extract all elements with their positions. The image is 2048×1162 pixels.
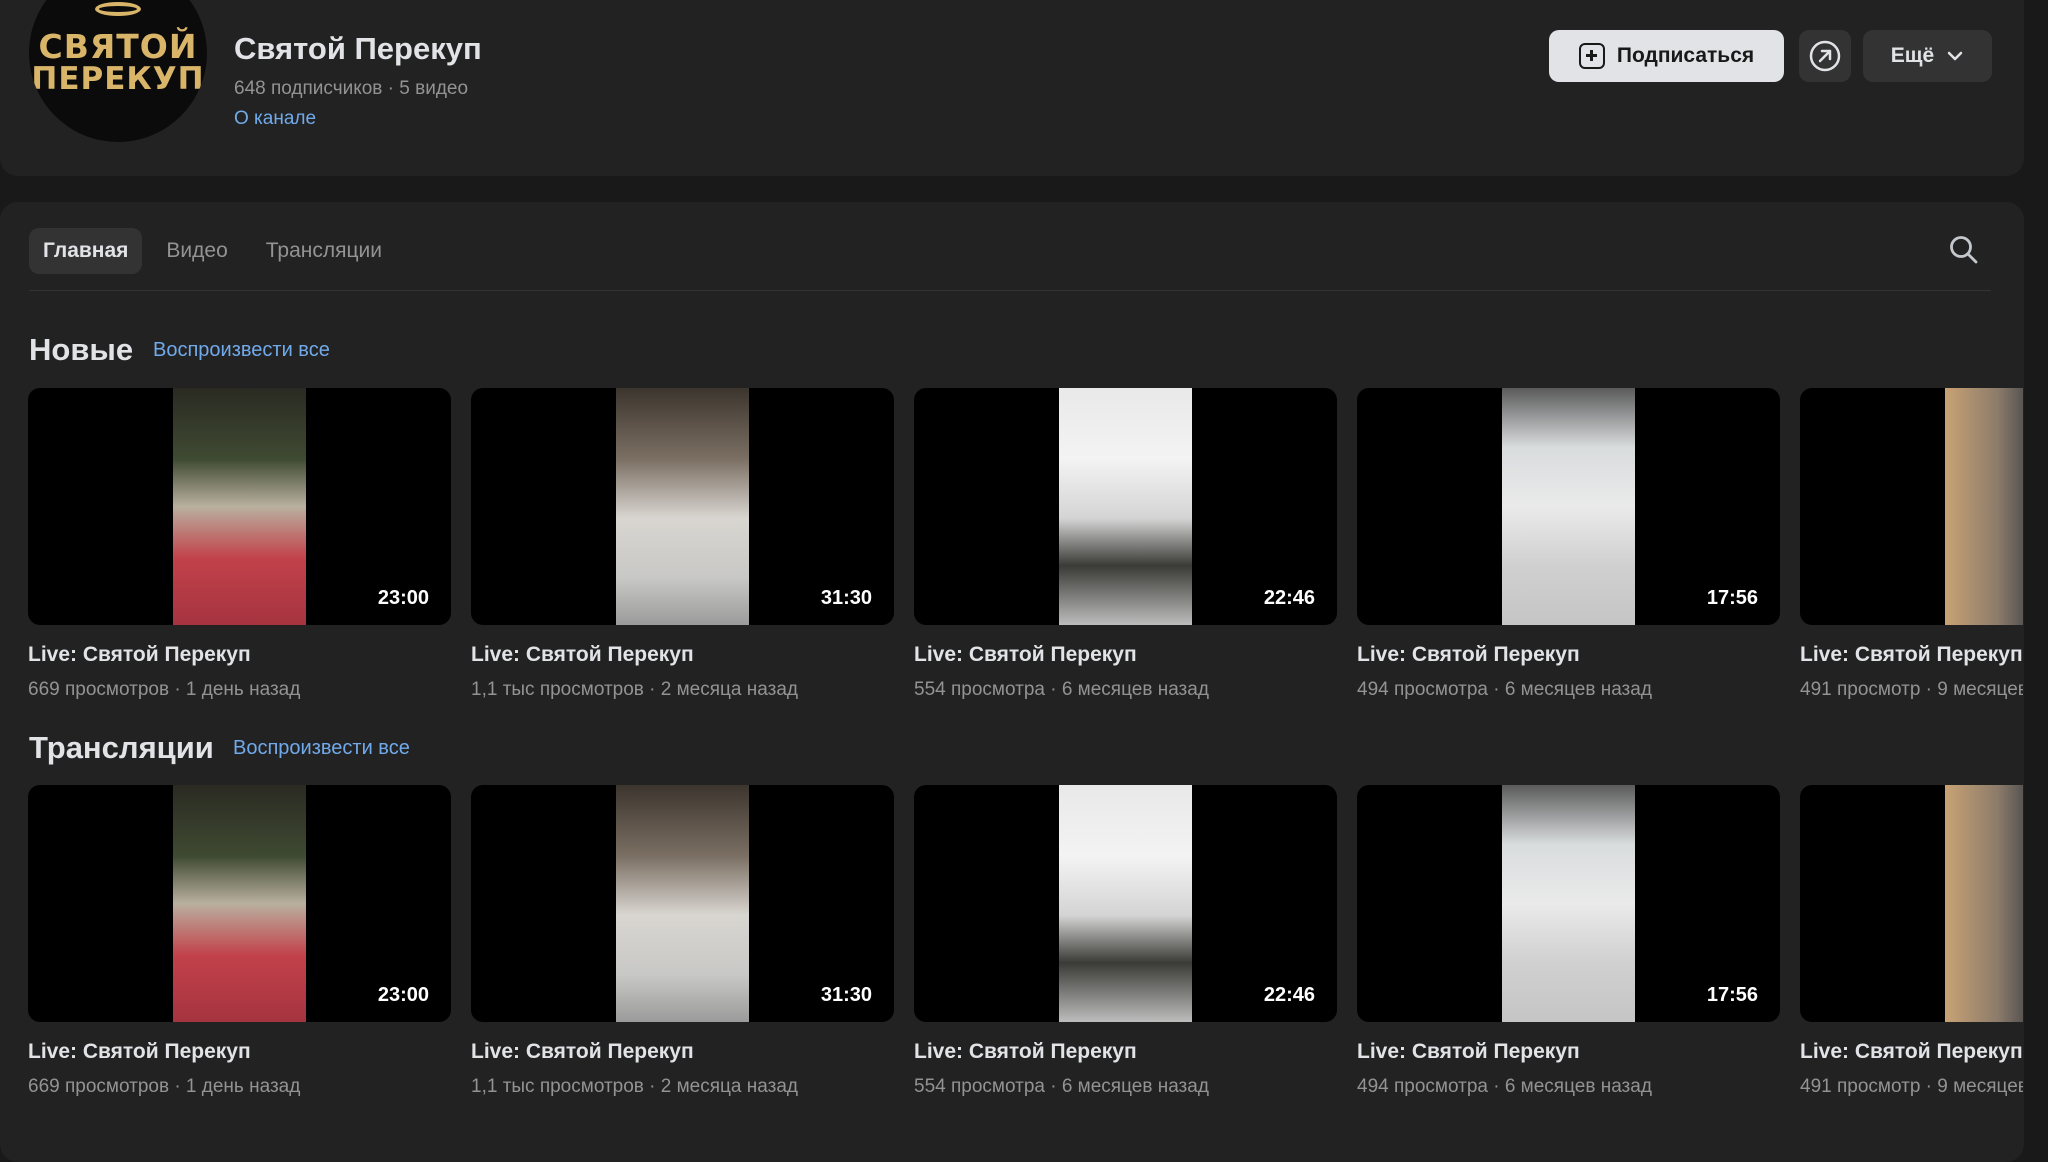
video-thumbnail[interactable]: 17:56 [1357, 785, 1780, 1022]
video-title[interactable]: Live: Святой Перекуп [1357, 1040, 1780, 1064]
video-meta: 554 просмотра · 6 месяцев назад [914, 679, 1209, 700]
channel-name: Святой Перекуп [234, 31, 482, 66]
subscribe-button[interactable]: Подписаться [1549, 30, 1784, 82]
video-card[interactable]: 31:30 Live: Святой Перекуп 1,1 тыс просм… [471, 388, 894, 701]
plus-square-icon [1578, 43, 1605, 69]
video-thumbnail[interactable]: 22:46 [914, 388, 1337, 625]
section-title-streams: Трансляции [29, 730, 214, 765]
video-frame [173, 388, 306, 625]
video-thumbnail[interactable]: 31:30 [471, 785, 894, 1022]
video-title[interactable]: Live: Святой Перекуп [1800, 643, 2023, 667]
video-card[interactable]: Live: Святой Перекуп 491 просмотр · 9 ме… [1800, 785, 2023, 1098]
tab-videos[interactable]: Видео [152, 228, 241, 274]
video-thumbnail[interactable]: 22:46 [914, 785, 1337, 1022]
play-all-streams-link[interactable]: Воспроизвести все [233, 737, 410, 760]
video-card[interactable]: 23:00 Live: Святой Перекуп 669 просмотро… [28, 785, 451, 1098]
channel-tabs: Главная Видео Трансляции [29, 228, 396, 274]
video-row-new: 23:00 Live: Святой Перекуп 669 просмотро… [28, 388, 2023, 701]
section-title-new: Новые [29, 332, 134, 367]
video-duration: 23:00 [377, 984, 429, 1006]
video-meta: 494 просмотра · 6 месяцев назад [1357, 1076, 1652, 1097]
video-thumbnail[interactable]: 17:56 [1357, 388, 1780, 625]
channel-meta: 648 подписчиков · 5 видео [234, 78, 469, 99]
video-duration: 23:00 [377, 587, 429, 609]
about-channel-link[interactable]: О канале [234, 108, 316, 130]
tab-home[interactable]: Главная [29, 228, 143, 274]
video-duration: 17:56 [1706, 984, 1758, 1006]
chevron-down-icon [1947, 51, 1963, 61]
video-frame [616, 785, 749, 1022]
video-meta: 669 просмотров · 1 день назад [28, 1076, 301, 1097]
video-duration: 22:46 [1263, 984, 1315, 1006]
video-card[interactable]: Live: Святой Перекуп 491 просмотр · 9 ме… [1800, 388, 2023, 701]
video-frame [1502, 785, 1635, 1022]
share-button[interactable] [1799, 30, 1851, 82]
video-title[interactable]: Live: Святой Перекуп [914, 1040, 1337, 1064]
video-card[interactable]: 17:56 Live: Святой Перекуп 494 просмотра… [1357, 785, 1780, 1098]
tab-streams[interactable]: Трансляции [252, 228, 396, 274]
video-frame [1945, 388, 2023, 625]
video-title[interactable]: Live: Святой Перекуп [471, 1040, 894, 1064]
search-button[interactable] [1944, 230, 1984, 270]
video-meta: 669 просмотров · 1 день назад [28, 679, 301, 700]
video-frame [1059, 388, 1192, 625]
video-row-streams: 23:00 Live: Святой Перекуп 669 просмотро… [28, 785, 2023, 1098]
video-thumbnail[interactable]: 23:00 [28, 785, 451, 1022]
video-meta: 491 просмотр · 9 месяцев назад [1800, 679, 2023, 700]
video-card[interactable]: 22:46 Live: Святой Перекуп 554 просмотра… [914, 785, 1337, 1098]
video-duration: 17:56 [1706, 587, 1758, 609]
more-label: Ещё [1890, 44, 1935, 67]
video-frame [616, 388, 749, 625]
subscribe-label: Подписаться [1616, 44, 1755, 67]
search-icon [1950, 236, 1978, 264]
video-thumbnail[interactable] [1800, 785, 2023, 1022]
video-title[interactable]: Live: Святой Перекуп [914, 643, 1337, 667]
video-frame [173, 785, 306, 1022]
halo-icon [95, 2, 141, 16]
tabs-divider [29, 290, 1991, 291]
video-meta: 1,1 тыс просмотров · 2 месяца назад [471, 1076, 798, 1097]
video-title[interactable]: Live: Святой Перекуп [1357, 643, 1780, 667]
video-card[interactable]: 22:46 Live: Святой Перекуп 554 просмотра… [914, 388, 1337, 701]
video-card[interactable]: 23:00 Live: Святой Перекуп 669 просмотро… [28, 388, 451, 701]
video-card[interactable]: 31:30 Live: Святой Перекуп 1,1 тыс просм… [471, 785, 894, 1098]
video-title[interactable]: Live: Святой Перекуп [471, 643, 894, 667]
video-frame [1502, 388, 1635, 625]
video-thumbnail[interactable]: 31:30 [471, 388, 894, 625]
channel-header: СВЯТОЙ ПЕРЕКУП Святой Перекуп 648 подпис… [0, 0, 2024, 176]
video-meta: 494 просмотра · 6 месяцев назад [1357, 679, 1652, 700]
video-duration: 22:46 [1263, 587, 1315, 609]
video-title[interactable]: Live: Святой Перекуп [28, 1040, 451, 1064]
more-button[interactable]: Ещё [1863, 30, 1992, 82]
logo-text-line1: СВЯТОЙ [38, 27, 198, 66]
video-meta: 1,1 тыс просмотров · 2 месяца назад [471, 679, 798, 700]
video-duration: 31:30 [820, 984, 872, 1006]
video-meta: 554 просмотра · 6 месяцев назад [914, 1076, 1209, 1097]
video-meta: 491 просмотр · 9 месяцев назад [1800, 1076, 2023, 1097]
video-title[interactable]: Live: Святой Перекуп [28, 643, 451, 667]
video-frame [1059, 785, 1192, 1022]
video-thumbnail[interactable] [1800, 388, 2023, 625]
channel-avatar[interactable]: СВЯТОЙ ПЕРЕКУП [29, 0, 207, 142]
logo-text-line2: ПЕРЕКУП [31, 61, 205, 97]
video-title[interactable]: Live: Святой Перекуп [1800, 1040, 2023, 1064]
video-frame [1945, 785, 2023, 1022]
video-thumbnail[interactable]: 23:00 [28, 388, 451, 625]
video-duration: 31:30 [820, 587, 872, 609]
video-card[interactable]: 17:56 Live: Святой Перекуп 494 просмотра… [1357, 388, 1780, 701]
share-arrow-icon [1809, 40, 1841, 72]
play-all-new-link[interactable]: Воспроизвести все [153, 339, 330, 362]
